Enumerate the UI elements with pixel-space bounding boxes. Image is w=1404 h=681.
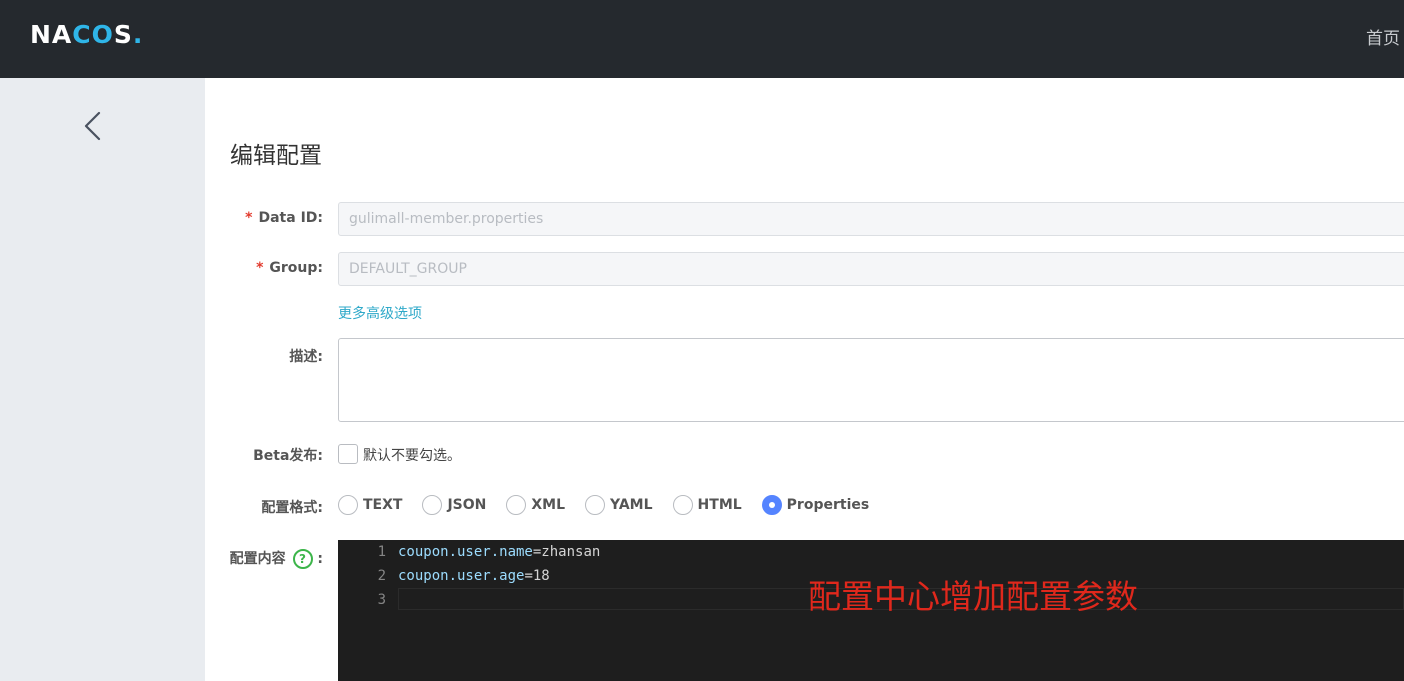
format-label: 配置格式: <box>261 500 323 516</box>
property-key: coupon.user.age <box>398 568 525 584</box>
beta-checkbox-label[interactable]: 默认不要勾选。 <box>363 445 461 465</box>
editor-line: 1 coupon.user.name=zhansan <box>338 541 1404 565</box>
line-number: 1 <box>377 544 386 560</box>
description-textarea[interactable] <box>338 338 1404 422</box>
radio-circle[interactable] <box>672 495 693 515</box>
line-number: 3 <box>377 592 386 608</box>
radio-yaml[interactable]: YAML <box>585 495 653 515</box>
beta-label: Beta发布: <box>253 448 323 464</box>
sidebar <box>0 78 205 681</box>
logo-dot: . <box>132 20 144 49</box>
back-button[interactable] <box>78 108 108 144</box>
annotation-text: 配置中心增加配置参数 <box>808 577 1138 616</box>
property-value: 18 <box>532 568 550 584</box>
logo-text-na: NA <box>30 20 73 49</box>
radio-circle-selected[interactable] <box>761 495 782 515</box>
group-label: * Group: <box>256 260 323 276</box>
radio-html[interactable]: HTML <box>672 495 742 515</box>
radio-label: XML <box>531 497 566 513</box>
required-mark: * <box>245 210 253 226</box>
radio-label: TEXT <box>363 497 403 513</box>
radio-label: JSON <box>447 497 487 513</box>
radio-circle[interactable] <box>422 495 443 515</box>
radio-label: YAML <box>610 497 653 513</box>
radio-label: Properties <box>786 497 870 513</box>
data-id-input[interactable]: gulimall-member.properties <box>338 202 1404 236</box>
radio-circle[interactable] <box>506 495 527 515</box>
radio-circle[interactable] <box>338 495 358 515</box>
question-circle-icon[interactable]: ? <box>292 549 313 569</box>
content-label-colon: : <box>317 551 323 567</box>
top-navigation-bar: NACOS. 首页 <box>0 0 1404 78</box>
radio-text[interactable]: TEXT <box>338 495 402 515</box>
data-id-label: * Data ID: <box>245 210 323 226</box>
equals-sign: = <box>524 568 533 584</box>
nacos-logo[interactable]: NACOS. <box>30 20 143 50</box>
radio-circle[interactable] <box>585 495 606 515</box>
group-input[interactable]: DEFAULT_GROUP <box>338 252 1404 286</box>
format-radio-group: TEXT JSON XML YAML HTML Properties <box>338 494 889 516</box>
description-label: 描述: <box>289 349 323 365</box>
line-code: coupon.user.age=18 <box>398 565 550 587</box>
radio-json[interactable]: JSON <box>422 495 486 515</box>
chevron-left-icon <box>84 111 101 141</box>
radio-properties[interactable]: Properties <box>761 495 870 515</box>
content-label: 配置内容 ? : <box>230 548 323 569</box>
content-label-text: 配置内容 <box>229 551 286 567</box>
group-label-text: Group: <box>269 260 323 276</box>
page-title: 编辑配置 <box>230 143 322 169</box>
property-key: coupon.user.name <box>398 544 533 560</box>
beta-checkbox[interactable] <box>338 444 358 464</box>
radio-xml[interactable]: XML <box>506 495 565 515</box>
line-number: 2 <box>377 568 386 584</box>
nav-home-link[interactable]: 首页 <box>1366 24 1400 49</box>
logo-text-co: CO <box>72 20 114 49</box>
property-value: zhansan <box>541 544 601 560</box>
more-advanced-options-link[interactable]: 更多高级选项 <box>338 303 422 323</box>
logo-text-s: S <box>113 20 133 49</box>
line-code: coupon.user.name=zhansan <box>398 541 600 563</box>
radio-label: HTML <box>697 497 742 513</box>
data-id-label-text: Data ID: <box>258 210 323 226</box>
required-mark: * <box>256 260 264 276</box>
